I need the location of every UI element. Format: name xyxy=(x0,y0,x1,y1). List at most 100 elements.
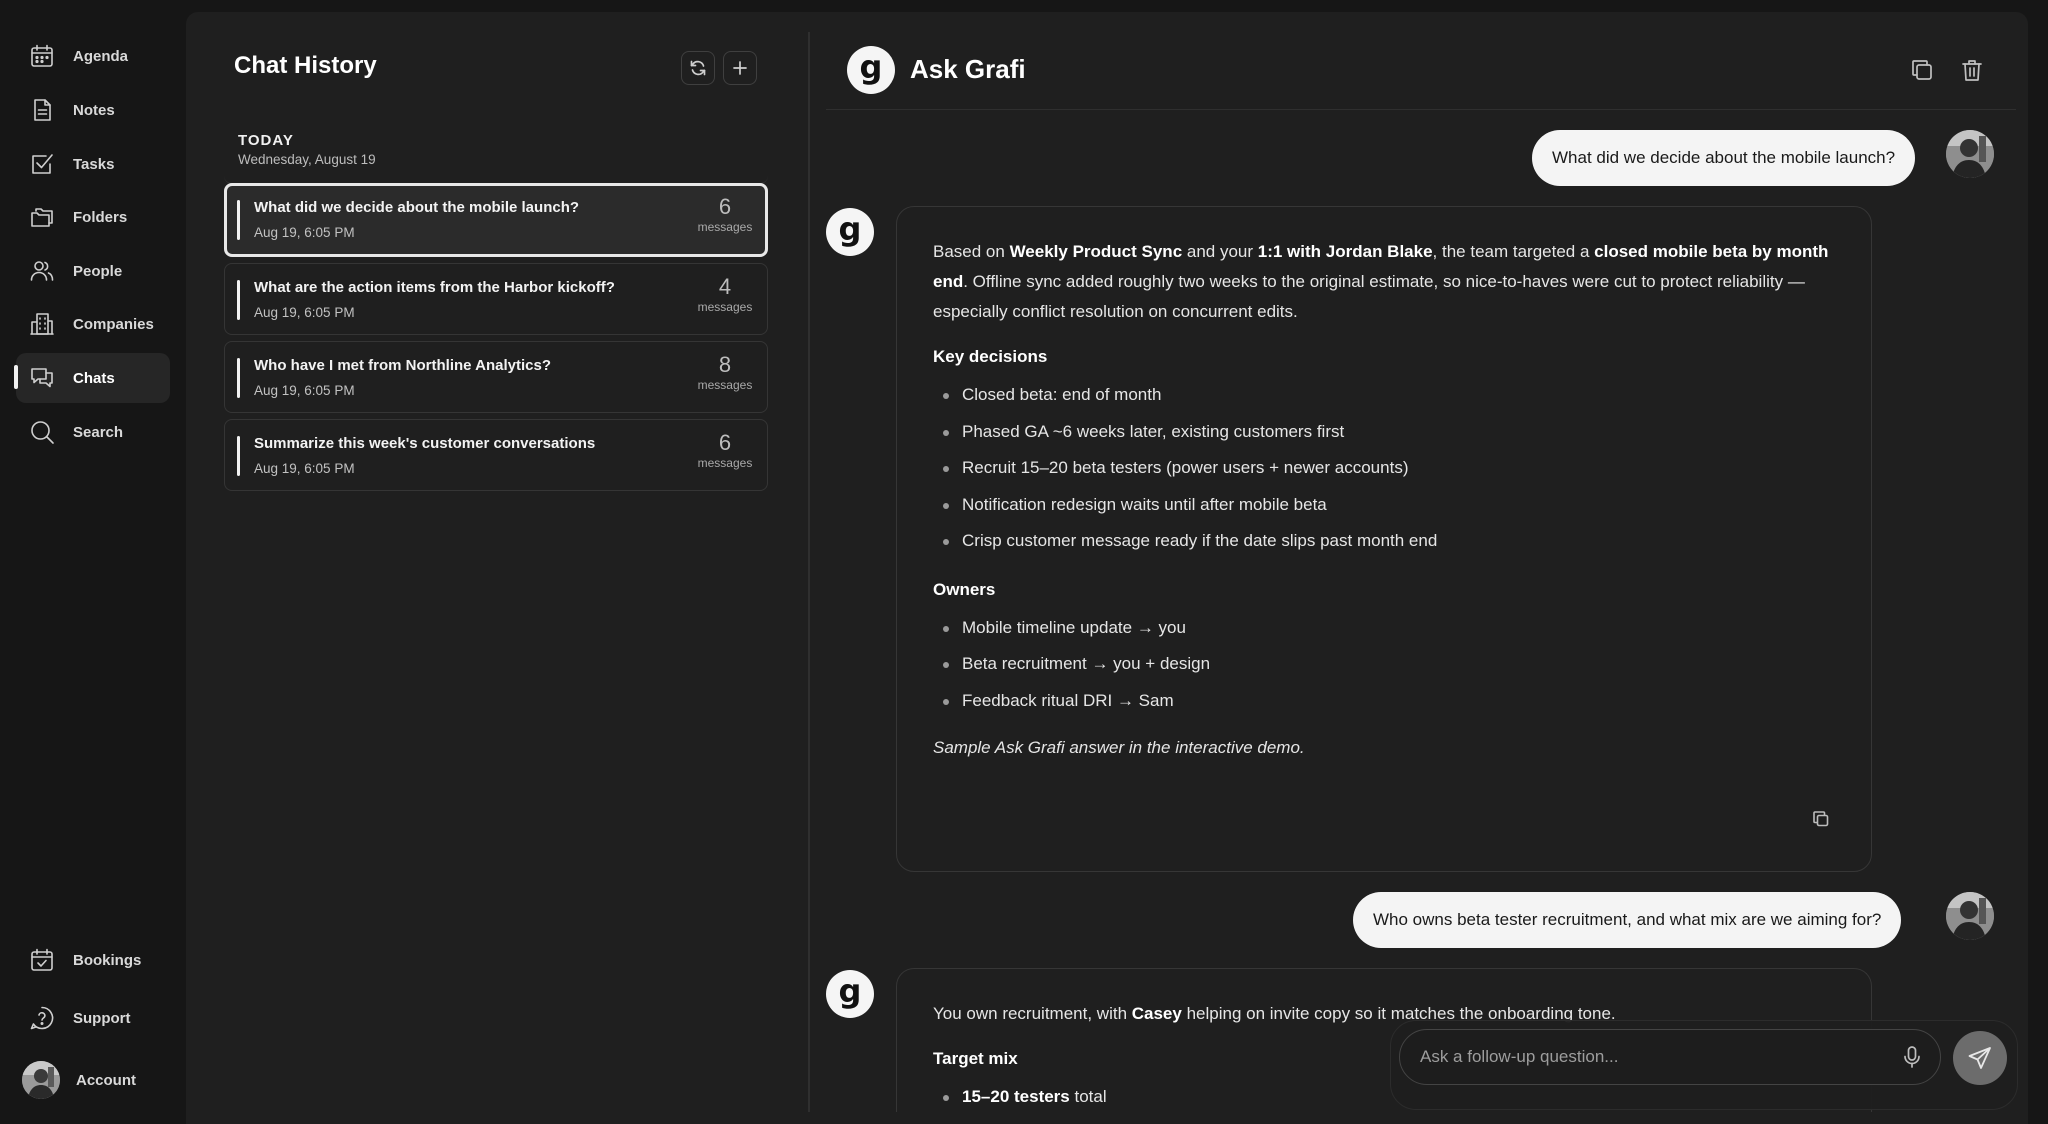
nav-item-search[interactable]: Search xyxy=(16,407,170,457)
nav-label: Account xyxy=(76,1071,136,1089)
answer-bold: Casey xyxy=(1131,1004,1182,1023)
owners-list: Mobile timeline update → you Beta recrui… xyxy=(933,610,1835,720)
user-avatar xyxy=(1946,130,1994,178)
folders-icon xyxy=(31,208,53,227)
active-indicator xyxy=(14,365,18,389)
nav-item-people[interactable]: People xyxy=(16,246,170,296)
nav-item-folders[interactable]: Folders xyxy=(16,192,170,242)
send-button[interactable] xyxy=(1953,1031,2007,1085)
nav-item-account[interactable]: Account xyxy=(16,1055,170,1105)
nav-item-companies[interactable]: Companies xyxy=(16,299,170,349)
list-item: Phased GA ~6 weeks later, existing custo… xyxy=(933,414,1835,451)
note-icon xyxy=(34,99,51,121)
message-count-label: messages xyxy=(697,300,753,314)
list-item: Crisp customer message ready if the date… xyxy=(933,523,1835,560)
assistant-message: Based on Weekly Product Sync and your 1:… xyxy=(896,206,1872,872)
chat-bubbles-icon xyxy=(31,368,53,388)
user-avatar xyxy=(1946,892,1994,940)
grafi-avatar: g xyxy=(826,208,874,256)
answer-text: and your xyxy=(1182,242,1258,261)
date-group-header: TODAY Wednesday, August 19 xyxy=(224,116,768,184)
chat-item-time: Aug 19, 6:05 PM xyxy=(254,383,355,398)
answer-text: You own recruitment, with xyxy=(933,1004,1132,1023)
chat-list-item[interactable]: What did we decide about the mobile laun… xyxy=(224,183,768,257)
answer-text: Based on xyxy=(933,242,1010,261)
answer-bold: 1:1 with Jordan Blake xyxy=(1257,242,1433,261)
nav-item-notes[interactable]: Notes xyxy=(16,85,170,135)
chat-history-panel: Chat History TODAY Wednesday, August 19 … xyxy=(186,12,808,1112)
list-item: Feedback ritual DRI → Sam xyxy=(933,683,1835,720)
message-composer xyxy=(1390,1020,2018,1110)
list-item: Mobile timeline update → you xyxy=(933,610,1835,647)
nav-item-agenda[interactable]: Agenda xyxy=(16,31,170,81)
microphone-button[interactable] xyxy=(1901,1045,1923,1069)
message-count-number: 6 xyxy=(718,430,732,455)
nav-item-bookings[interactable]: Bookings xyxy=(16,935,170,985)
people-icon xyxy=(30,261,54,281)
delete-conversation-button[interactable] xyxy=(1959,57,1987,85)
section-heading: Owners xyxy=(933,579,996,599)
answer-bold: Weekly Product Sync xyxy=(1009,242,1183,261)
ask-grafi-title: Ask Grafi xyxy=(910,54,1026,84)
ask-grafi-panel: g Ask Grafi What did we decide about the… xyxy=(826,12,2028,1124)
list-item: Notification redesign waits until after … xyxy=(933,487,1835,524)
message-count-number: 4 xyxy=(718,274,732,299)
list-item: Closed beta: end of month xyxy=(933,377,1835,414)
nav-label: Tasks xyxy=(73,155,115,173)
chat-item-title: What did we decide about the mobile laun… xyxy=(254,199,580,216)
nav-label: People xyxy=(73,262,123,280)
ask-grafi-header: g Ask Grafi xyxy=(826,12,2016,110)
nav-item-tasks[interactable]: Tasks xyxy=(16,139,170,189)
list-item: Recruit 15–20 beta testers (power users … xyxy=(933,450,1835,487)
nav-item-support[interactable]: Support xyxy=(16,993,170,1043)
answer-text: , the team targeted a xyxy=(1432,242,1595,261)
chat-history-title: Chat History xyxy=(234,52,377,79)
nav-label: Bookings xyxy=(73,951,142,969)
chat-item-title: What are the action items from the Harbo… xyxy=(254,279,615,296)
calendar-check-icon xyxy=(31,948,53,971)
chat-item-accent xyxy=(237,200,240,240)
nav-label: Search xyxy=(73,423,124,441)
message-count: 8 messages xyxy=(695,352,755,392)
chat-item-time: Aug 19, 6:05 PM xyxy=(254,461,355,476)
building-icon xyxy=(30,313,54,335)
send-icon xyxy=(1968,1047,1991,1069)
avatar xyxy=(22,1061,60,1099)
copy-answer-button[interactable] xyxy=(1811,809,1831,829)
grafi-logo: g xyxy=(847,46,895,94)
main-panel: Chat History TODAY Wednesday, August 19 … xyxy=(186,12,2028,1124)
refresh-button[interactable] xyxy=(681,51,715,85)
message-count-number: 8 xyxy=(718,352,732,377)
chat-item-accent xyxy=(237,280,240,320)
microphone-icon xyxy=(1904,1046,1920,1068)
chat-list-item[interactable]: What are the action items from the Harbo… xyxy=(224,263,768,335)
date-group-date: Wednesday, August 19 xyxy=(238,152,376,167)
demo-note: Sample Ask Grafi answer in the interacti… xyxy=(933,738,1305,757)
sidebar-nav: Agenda Notes Tasks Folders People Compan… xyxy=(0,0,186,1124)
refresh-icon xyxy=(690,60,706,76)
nav-label: Support xyxy=(73,1009,131,1027)
chat-item-time: Aug 19, 6:05 PM xyxy=(254,225,355,240)
copy-conversation-button[interactable] xyxy=(1909,57,1937,85)
chat-item-title: Summarize this week's customer conversat… xyxy=(254,435,596,452)
nav-item-chats[interactable]: Chats xyxy=(16,353,170,403)
answer-bold: 15–20 testers xyxy=(962,1087,1070,1106)
date-group-title: TODAY xyxy=(238,132,294,149)
message-count-label: messages xyxy=(697,220,753,234)
checkbox-icon xyxy=(32,154,53,174)
answer-intro: Based on Weekly Product Sync and your 1:… xyxy=(933,237,1835,327)
message-count: 6 messages xyxy=(695,430,755,470)
nav-label: Agenda xyxy=(73,47,129,65)
calendar-icon xyxy=(31,44,53,67)
grafi-avatar: g xyxy=(826,970,874,1018)
chat-list-item[interactable]: Summarize this week's customer conversat… xyxy=(224,419,768,491)
copy-icon xyxy=(1912,60,1932,80)
follow-up-input[interactable] xyxy=(1399,1029,1941,1085)
new-chat-button[interactable] xyxy=(723,51,757,85)
chat-item-title: Who have I met from Northline Analytics? xyxy=(254,357,551,374)
message-count: 6 messages xyxy=(695,194,755,234)
chat-list-item[interactable]: Who have I met from Northline Analytics?… xyxy=(224,341,768,413)
message-count-number: 6 xyxy=(718,194,732,219)
decisions-list: Closed beta: end of month Phased GA ~6 w… xyxy=(933,377,1835,560)
message-count-label: messages xyxy=(697,456,753,470)
